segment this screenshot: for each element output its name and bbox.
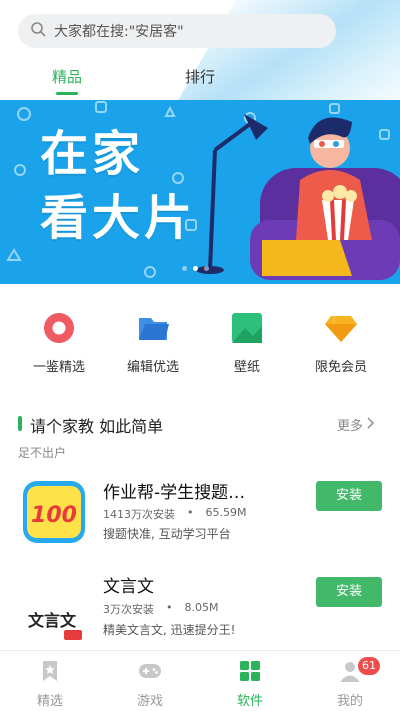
section-marker: [18, 416, 22, 431]
nav-featured[interactable]: 精选: [0, 659, 100, 709]
app-installs: 3万次安装: [103, 603, 154, 616]
nav-label: 精选: [36, 694, 63, 709]
section-more-link[interactable]: 更多: [337, 415, 375, 434]
app-size: 65.59M: [205, 506, 247, 519]
notification-badge: 61: [358, 657, 380, 675]
homework-app-icon: 100: [22, 480, 86, 544]
banner-pager: [182, 266, 209, 271]
search-placeholder: 大家都在搜:"安居客": [54, 24, 184, 40]
image-icon: [229, 310, 265, 346]
bottom-nav: 精选 游戏 软件 61 我的: [0, 650, 400, 711]
top-bar: 大家都在搜:"安居客" 精品 排行: [0, 0, 400, 100]
tab-ranking[interactable]: 排行: [185, 66, 215, 87]
category-label: 限免会员: [314, 360, 367, 375]
category-wallpaper[interactable]: 壁纸: [202, 310, 292, 375]
tab-active-indicator: [56, 92, 78, 95]
app-name: 文言文: [103, 577, 154, 597]
grid-apps-icon: [238, 659, 262, 683]
app-name: 作业帮-学生搜题…: [103, 483, 246, 503]
install-button[interactable]: 安装: [316, 577, 382, 607]
wenyanwen-app-icon: 文言文: [22, 584, 86, 648]
category-label: 编辑优选: [126, 360, 179, 375]
category-editor-picks[interactable]: 编辑优选: [108, 310, 198, 375]
folder-icon: [135, 310, 171, 346]
meta-separator: •: [166, 601, 173, 614]
search-bar[interactable]: 大家都在搜:"安居客": [18, 14, 336, 48]
category-featured[interactable]: 一鉴精选: [14, 310, 104, 375]
app-description: 精美文言文, 迅速提分王!: [103, 623, 236, 637]
more-label: 更多: [337, 419, 364, 434]
pager-dot-active: [193, 266, 198, 271]
pager-dot: [204, 266, 209, 271]
promo-banner[interactable]: 在家 看大片: [0, 100, 400, 284]
section-title: 请个家教 如此简单: [30, 417, 164, 436]
search-icon: [30, 21, 46, 41]
app-meta: 3万次安装 • 8.05M: [103, 601, 218, 617]
svg-text:文言文: 文言文: [28, 611, 77, 630]
category-free-vip[interactable]: 限免会员: [296, 310, 386, 375]
tab-featured[interactable]: 精品: [52, 66, 82, 87]
banner-title-line1: 在家: [40, 126, 145, 182]
nav-label: 我的: [336, 694, 363, 709]
category-label: 壁纸: [233, 360, 260, 375]
section-subtitle: 足不出户: [18, 446, 67, 460]
app-row[interactable]: 100 作业帮-学生搜题… 1413万次安装 • 65.59M 搜题快准, 互动…: [0, 470, 400, 560]
app-size: 8.05M: [184, 601, 219, 614]
app-installs: 1413万次安装: [103, 508, 175, 521]
app-row[interactable]: 文言文 文言文 3万次安装 • 8.05M 精美文言文, 迅速提分王! 安装: [0, 566, 400, 656]
chevron-right-icon: [367, 416, 375, 433]
diamond-icon: [323, 310, 359, 346]
banner-title: 在家 看大片: [40, 122, 196, 250]
svg-text:100: 100: [31, 503, 77, 528]
nav-label: 游戏: [136, 694, 163, 709]
gamepad-icon: [138, 659, 162, 683]
bookmark-star-icon: [38, 659, 62, 683]
ring-icon: [41, 310, 77, 346]
nav-profile[interactable]: 61 我的: [300, 657, 400, 709]
banner-title-line2: 看大片: [40, 190, 197, 246]
nav-software[interactable]: 软件: [200, 659, 300, 709]
app-meta: 1413万次安装 • 65.59M: [103, 506, 246, 522]
nav-games[interactable]: 游戏: [100, 659, 200, 709]
app-description: 搜题快准, 互动学习平台: [103, 527, 231, 541]
meta-separator: •: [187, 506, 194, 519]
nav-label: 软件: [236, 694, 263, 709]
install-button[interactable]: 安装: [316, 481, 382, 511]
pager-dot: [182, 266, 187, 271]
category-label: 一鉴精选: [32, 360, 85, 375]
category-row: 一鉴精选 编辑优选 壁纸 限免会员: [0, 300, 400, 390]
